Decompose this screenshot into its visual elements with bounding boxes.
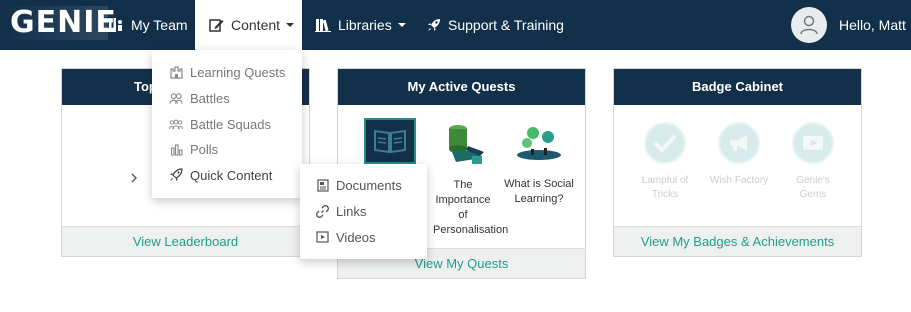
- user-greeting[interactable]: Hello, Matt: [839, 0, 906, 50]
- menu-item-quick-content[interactable]: Quick Content: [169, 165, 272, 185]
- nav-my-team-label: My Team: [131, 17, 188, 33]
- quick-content-submenu: Documents Links Videos: [300, 164, 427, 259]
- menu-item-battles[interactable]: Battles: [169, 88, 230, 108]
- badge-item[interactable]: Lampful of Tricks: [635, 122, 695, 202]
- menu-item-learning-quests[interactable]: Learning Quests: [169, 62, 285, 82]
- chevron-right-icon: [130, 172, 138, 186]
- users-icon: [169, 92, 183, 105]
- quest-card[interactable]: [355, 118, 425, 164]
- rocket-icon: [427, 18, 441, 32]
- bar-chart-icon: [169, 143, 183, 156]
- view-badges-link[interactable]: View My Badges & Achievements: [614, 226, 861, 256]
- nav-content[interactable]: Content: [195, 0, 302, 50]
- active-quests-title: My Active Quests: [338, 69, 585, 105]
- castle-icon: [169, 65, 183, 79]
- team-icon: [108, 18, 124, 32]
- caret-down-icon: [397, 23, 406, 27]
- submenu-item-label: Videos: [336, 229, 376, 245]
- nav-support-label: Support & Training: [448, 17, 564, 33]
- megaphone-icon: [718, 122, 760, 164]
- nav-my-team[interactable]: My Team: [108, 0, 188, 50]
- menu-item-battle-squads[interactable]: Battle Squads: [169, 114, 271, 134]
- document-icon: [316, 178, 329, 192]
- genie-logo[interactable]: GENIE: [4, 6, 116, 40]
- group-icon: [169, 118, 183, 131]
- quest-title: The Importance of Personalisation: [433, 179, 509, 236]
- menu-item-label: Battle Squads: [190, 116, 271, 132]
- check-icon: [644, 122, 686, 164]
- badge-cabinet-panel: Badge Cabinet Lampful of Tricks Wish Fac…: [613, 68, 862, 257]
- badge-title: Genie's Gems: [796, 175, 830, 200]
- submenu-item-documents[interactable]: Documents: [316, 175, 402, 195]
- books-icon: [315, 18, 331, 32]
- caret-down-icon: [286, 23, 295, 27]
- menu-item-label: Polls: [190, 141, 219, 157]
- badge-title: Lampful of Tricks: [641, 175, 689, 200]
- quest-title: What is Social Learning?: [504, 178, 574, 205]
- nav-content-label: Content: [231, 17, 281, 33]
- view-leaderboard-link[interactable]: View Leaderboard: [62, 226, 309, 256]
- avatar[interactable]: [791, 7, 827, 43]
- book-icon: [364, 118, 416, 164]
- menu-item-label: Quick Content: [190, 167, 273, 183]
- submenu-item-links[interactable]: Links: [316, 201, 366, 221]
- nav-libraries-label: Libraries: [338, 17, 392, 33]
- video-icon: [316, 231, 329, 243]
- submenu-item-label: Links: [336, 203, 367, 219]
- social-learning-icon: [504, 125, 574, 170]
- submenu-item-videos[interactable]: Videos: [316, 227, 376, 247]
- content-dropdown-menu: Learning Quests Battles Battle Squads Po…: [152, 50, 302, 198]
- badge-item[interactable]: Wish Factory: [709, 122, 769, 188]
- badge-cabinet-title: Badge Cabinet: [614, 69, 861, 105]
- badge-title: Wish Factory: [709, 175, 769, 186]
- rocket-icon: [169, 168, 183, 182]
- video-play-icon: [792, 122, 834, 164]
- menu-item-polls[interactable]: Polls: [169, 139, 218, 159]
- top-navbar: GENIE My Team Content Libraries Support …: [0, 0, 911, 50]
- edit-icon: [209, 18, 224, 32]
- personalisation-icon: [433, 122, 493, 170]
- nav-libraries[interactable]: Libraries: [315, 0, 406, 50]
- link-icon: [316, 204, 329, 218]
- submenu-item-label: Documents: [336, 177, 402, 193]
- badge-item[interactable]: Genie's Gems: [783, 122, 843, 202]
- nav-support-training[interactable]: Support & Training: [427, 0, 564, 50]
- quest-card[interactable]: What is Social Learning?: [504, 125, 574, 207]
- menu-item-label: Learning Quests: [190, 64, 286, 80]
- quest-card[interactable]: The Importance of Personalisation: [433, 122, 509, 238]
- menu-item-label: Battles: [190, 90, 230, 106]
